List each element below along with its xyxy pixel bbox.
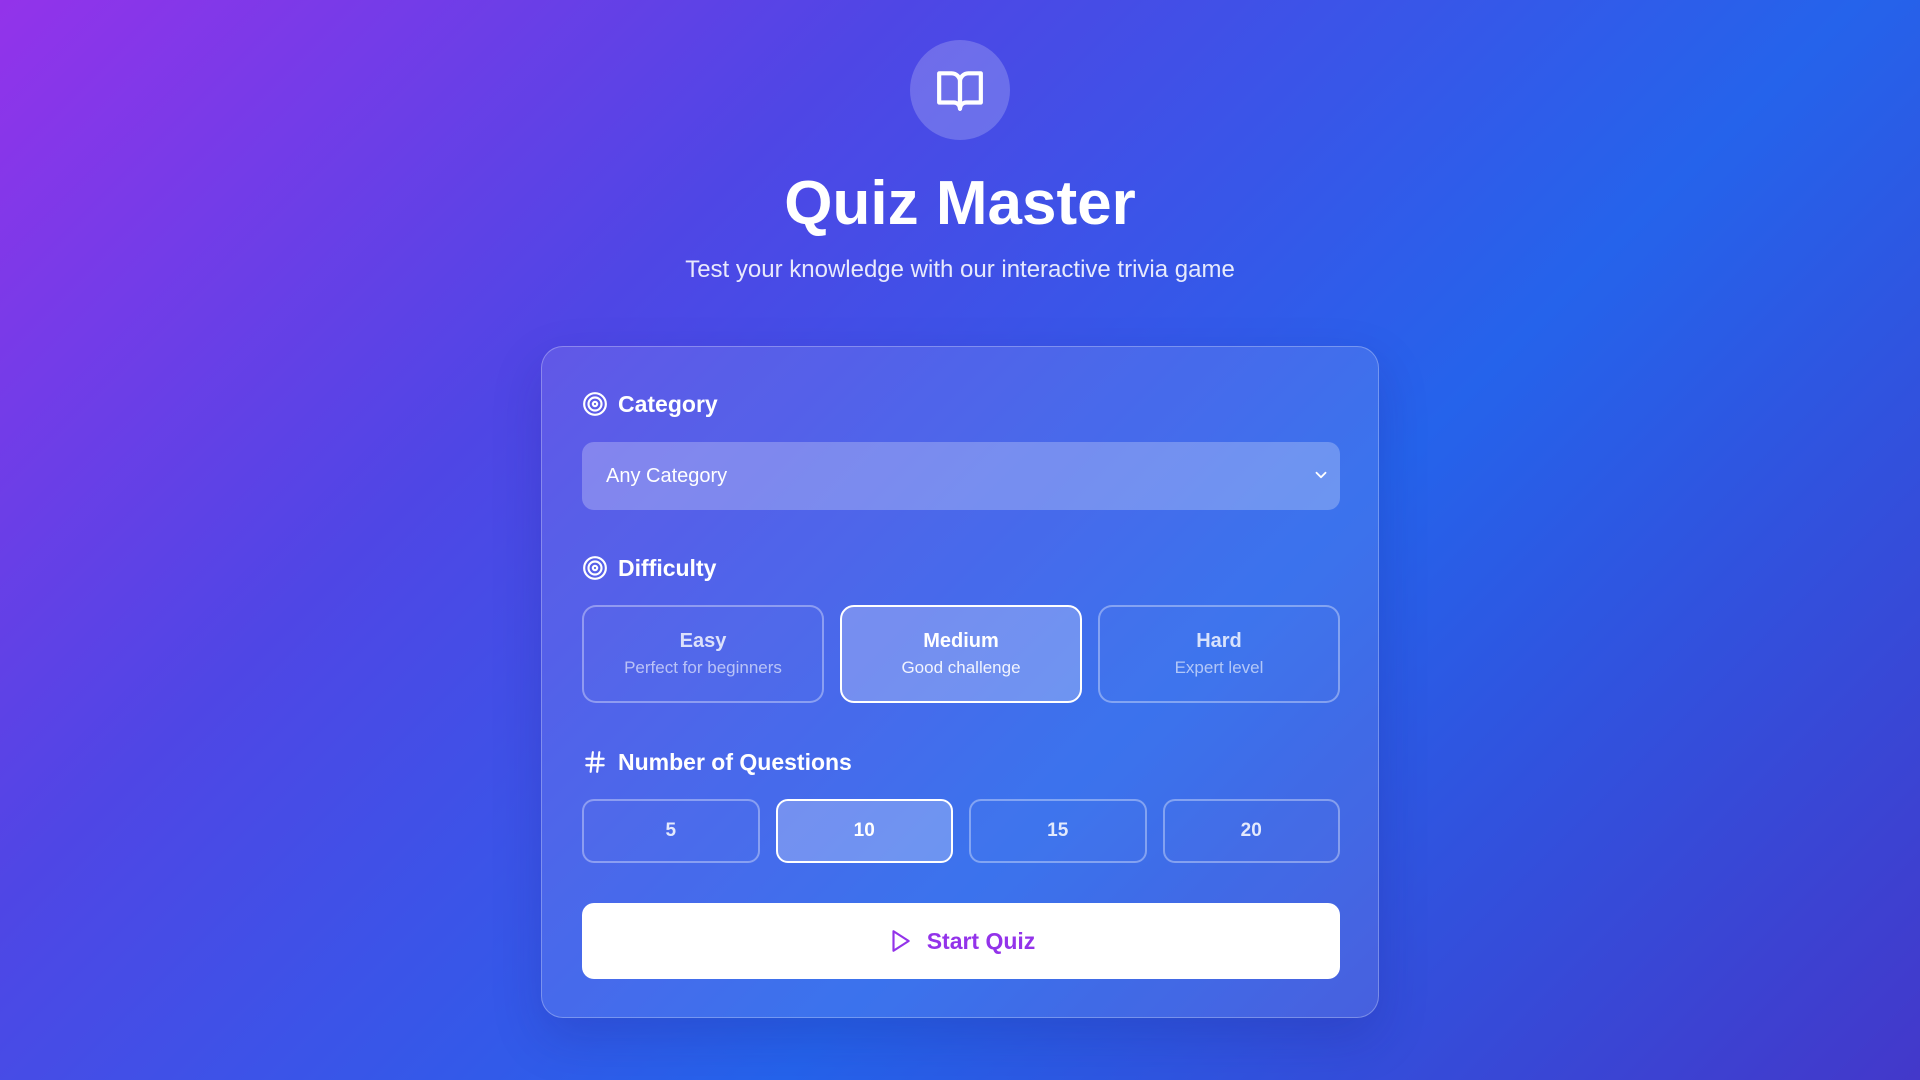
- difficulty-option-description: Expert level: [1174, 658, 1264, 677]
- difficulty-label: Difficulty: [618, 554, 717, 581]
- question-count-options: 5 10 15 20: [582, 799, 1340, 863]
- start-quiz-button[interactable]: Start Quiz: [582, 903, 1340, 979]
- category-label: Category: [618, 390, 718, 417]
- question-count-15[interactable]: 15: [969, 799, 1147, 863]
- question-count-10[interactable]: 10: [775, 799, 953, 863]
- difficulty-option-hard[interactable]: Hard Expert level: [1098, 605, 1340, 703]
- open-book-icon: [937, 71, 983, 111]
- play-icon: [892, 930, 910, 952]
- difficulty-option-name: Hard: [1196, 630, 1242, 652]
- difficulty-heading: Difficulty: [582, 553, 716, 583]
- start-quiz-label: Start Quiz: [926, 927, 1036, 954]
- category-selected-value: Any Category: [606, 464, 728, 487]
- difficulty-option-description: Perfect for beginners: [624, 658, 782, 677]
- quiz-setup-page: Quiz Master Test your knowledge with our…: [0, 0, 1920, 1080]
- difficulty-options: Easy Perfect for beginners Medium Good c…: [582, 605, 1340, 703]
- hash-icon: [585, 751, 605, 773]
- quiz-settings-card: Category Any Category Difficulty Easy Pe…: [541, 346, 1379, 1018]
- difficulty-option-medium[interactable]: Medium Good challenge: [840, 605, 1082, 703]
- category-heading: Category: [582, 389, 718, 419]
- difficulty-option-easy[interactable]: Easy Perfect for beginners: [582, 605, 824, 703]
- questions-label: Number of Questions: [618, 748, 852, 775]
- target-icon: [583, 556, 607, 580]
- page-title: Quiz Master: [784, 169, 1136, 238]
- chevron-down-icon: [1315, 471, 1327, 479]
- page-subtitle: Test your knowledge with our interactive…: [685, 256, 1235, 283]
- difficulty-option-description: Good challenge: [901, 658, 1021, 677]
- target-icon: [583, 392, 607, 416]
- logo-badge: [910, 40, 1010, 140]
- question-count-5[interactable]: 5: [582, 799, 760, 863]
- questions-heading: Number of Questions: [582, 747, 852, 777]
- question-count-20[interactable]: 20: [1162, 799, 1340, 863]
- difficulty-option-name: Easy: [679, 630, 727, 652]
- difficulty-option-name: Medium: [923, 630, 999, 652]
- category-select[interactable]: Any Category: [582, 442, 1340, 510]
